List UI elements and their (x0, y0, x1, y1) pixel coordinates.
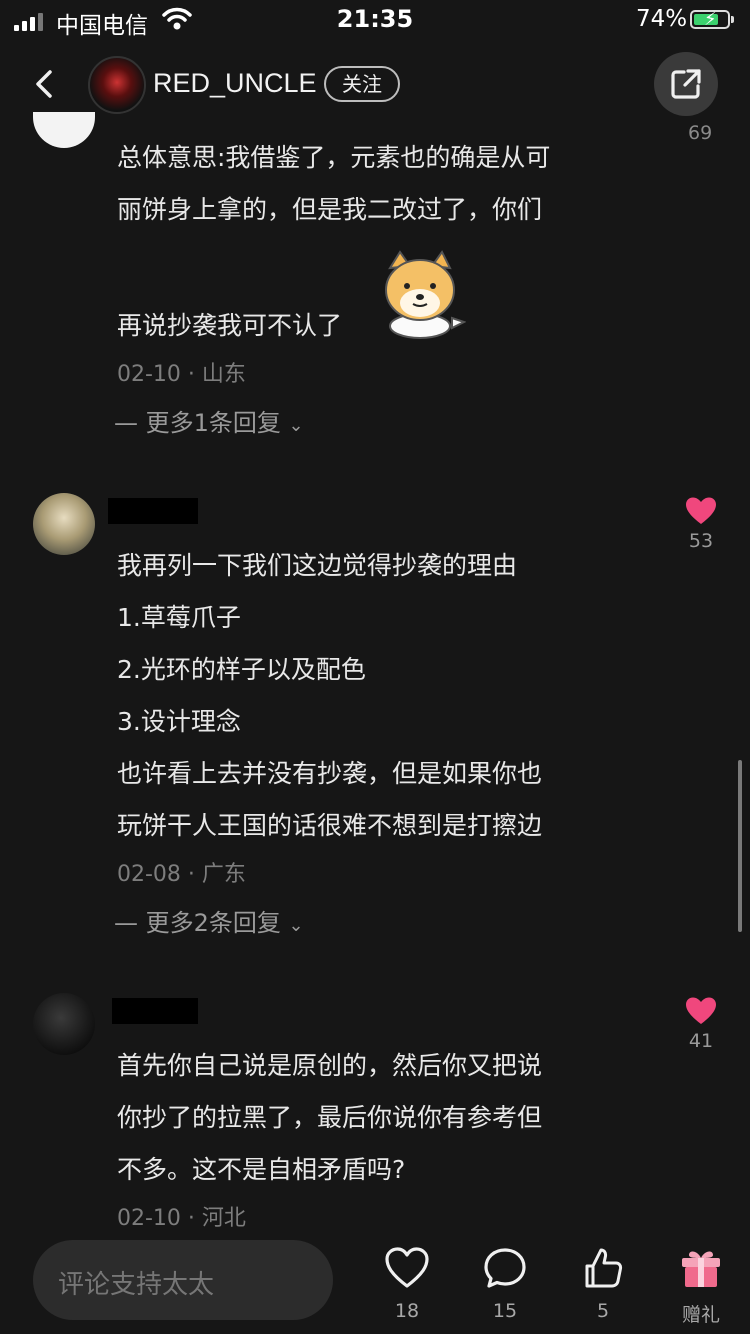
comment-input-placeholder: 评论支持太太 (58, 1270, 215, 1300)
chevron-down-icon: ⌄ (288, 415, 304, 436)
comment-text-line: 总体意思:我借鉴了，元素也的确是从可 (117, 143, 551, 172)
more-replies-link[interactable]: — 更多2条回复 ⌄ (114, 903, 304, 938)
status-bar: 中国电信 21:35 74% ⚡ (0, 0, 750, 42)
comment-meta: 02-10 · 河北 (117, 1206, 246, 1231)
more-replies-link[interactable]: — 更多1条回复 ⌄ (114, 403, 304, 438)
more-replies-label: — 更多1条回复 (114, 409, 281, 437)
heart-icon[interactable] (685, 496, 717, 526)
comment-text-line: 丽饼身上拿的，但是我二改过了，你们 (117, 195, 543, 224)
comment-text-line: 再说抄袭我可不认了 (117, 311, 343, 340)
comment-text-line: 3.设计理念 (117, 707, 241, 736)
thumbs-up-icon[interactable] (579, 1244, 627, 1292)
comment-text-line: 首先你自己说是原创的，然后你又把说 (117, 1051, 543, 1080)
like-count: 69 (688, 122, 713, 144)
comment-meta: 02-10 · 山东 (117, 362, 246, 387)
comment-bubble-icon[interactable] (481, 1244, 529, 1292)
heart-outline-icon[interactable] (383, 1244, 431, 1292)
share-icon (671, 69, 701, 99)
like-count: 53 (688, 530, 714, 552)
redacted-username (112, 998, 198, 1024)
battery-icon: ⚡ (690, 9, 730, 30)
share-button[interactable] (654, 52, 718, 116)
comment-count: 15 (492, 1300, 518, 1322)
shiba-dog-sticker-icon (385, 250, 466, 339)
chevron-down-icon: ⌄ (288, 915, 304, 936)
commenter-avatar[interactable] (33, 493, 95, 555)
comment-text-line: 1.草莓爪子 (117, 603, 241, 632)
commenter-avatar[interactable] (33, 993, 95, 1055)
gift-label: 赠礼 (681, 1304, 720, 1326)
scrollbar[interactable] (738, 760, 742, 932)
battery-percent: 74% (636, 6, 688, 32)
comment-text-line: 我再列一下我们这边觉得抄袭的理由 (117, 551, 518, 580)
author-avatar[interactable] (88, 56, 146, 114)
follow-button[interactable]: 关注 (324, 66, 400, 102)
like-count: 41 (688, 1030, 714, 1052)
thumb-count: 5 (596, 1300, 610, 1322)
comment-text-line: 你抄了的拉黑了，最后你说你有参考但 (117, 1103, 543, 1132)
author-username[interactable]: RED_UNCLE (153, 68, 317, 99)
back-arrow-icon[interactable] (26, 62, 66, 106)
battery-cap (731, 16, 734, 23)
comment-text-line: 不多。这不是自相矛盾吗? (117, 1155, 406, 1184)
comment-meta: 02-08 · 广东 (117, 862, 246, 887)
comment-text-line: 2.光环的样子以及配色 (117, 655, 366, 684)
redacted-username (108, 498, 198, 524)
gift-icon[interactable] (677, 1244, 725, 1292)
comment-text-line: 玩饼干人王国的话很难不想到是打擦边 (117, 811, 543, 840)
heart-icon[interactable] (685, 996, 717, 1026)
comment-text-line: 也许看上去并没有抄袭，但是如果你也 (117, 759, 543, 788)
commenter-avatar[interactable] (33, 112, 95, 148)
like-count: 18 (394, 1300, 420, 1322)
more-replies-label: — 更多2条回复 (114, 909, 281, 937)
